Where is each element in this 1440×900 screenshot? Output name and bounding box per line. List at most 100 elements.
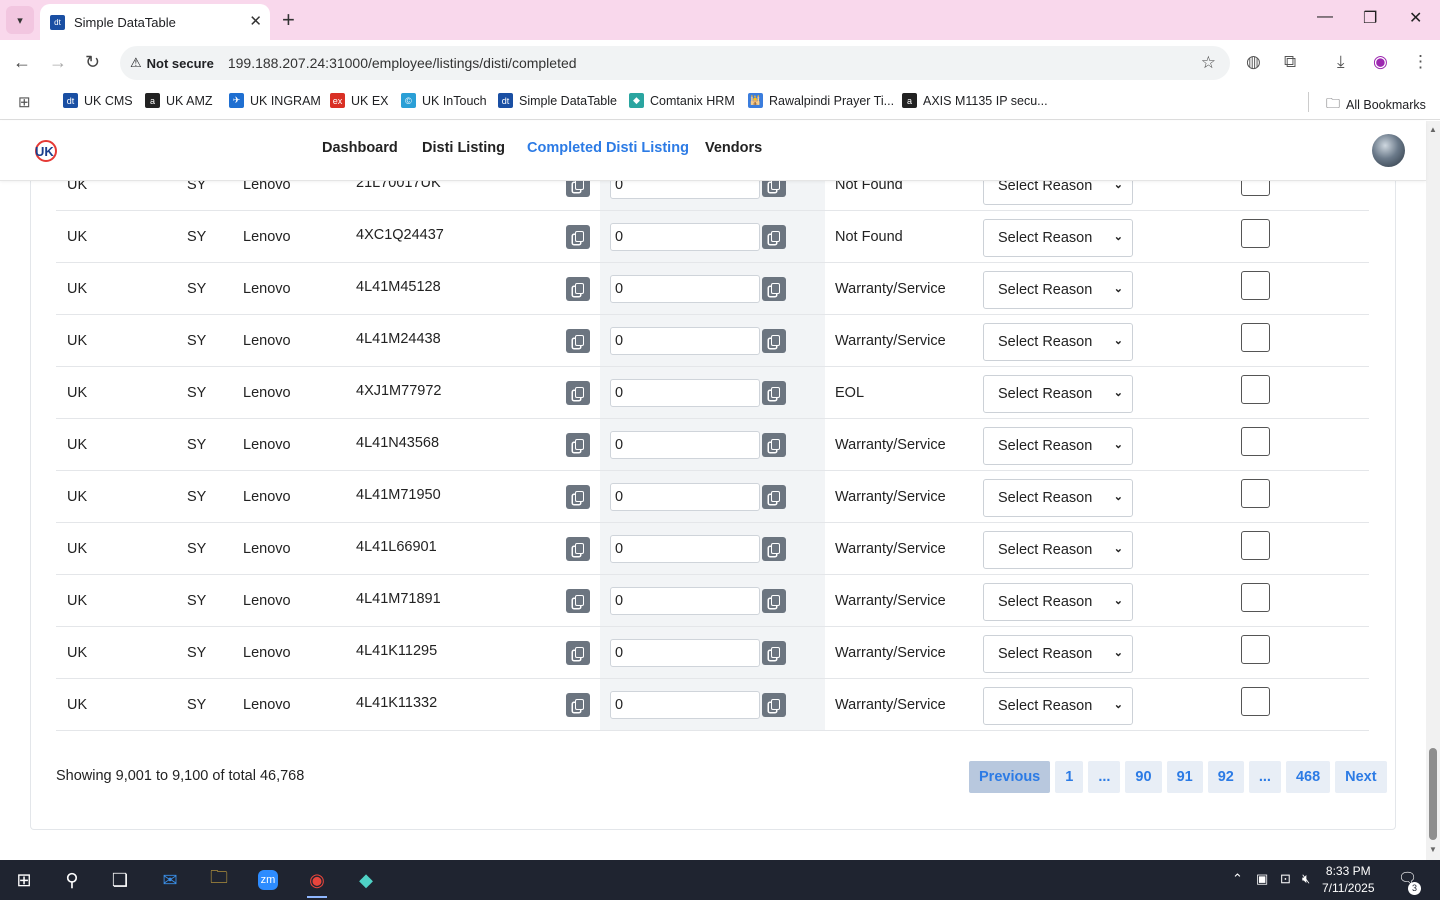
clock[interactable]: 8:33 PM 7/11/2025 [1322, 863, 1375, 897]
task-view-icon[interactable]: ❏ [102, 866, 138, 894]
paste-qty-button[interactable] [762, 693, 786, 717]
quantity-input[interactable] [610, 691, 760, 719]
nav-item[interactable]: Disti Listing [422, 140, 505, 156]
row-checkbox[interactable] [1241, 375, 1270, 404]
scrollbar-thumb[interactable] [1429, 748, 1437, 840]
reason-select[interactable]: Select Reason ⌄ [983, 479, 1133, 517]
quantity-input[interactable] [610, 431, 760, 459]
reason-select[interactable]: Select Reason ⌄ [983, 181, 1133, 205]
row-checkbox[interactable] [1241, 583, 1270, 612]
quantity-input[interactable] [610, 327, 760, 355]
paste-qty-button[interactable] [762, 589, 786, 613]
copy-part-button[interactable] [566, 277, 590, 301]
tray-volume-icon[interactable]: 🔇︎ [1302, 871, 1310, 887]
close-tab-icon[interactable]: ✕ [249, 12, 262, 30]
page-button[interactable]: 92 [1207, 761, 1244, 793]
reason-select[interactable]: Select Reason ⌄ [983, 687, 1133, 725]
bookmark-item[interactable]: dt UK CMS [63, 93, 133, 108]
bookmark-item[interactable]: ✈ UK INGRAM [229, 93, 321, 108]
app-diamond-icon[interactable]: ◆ [348, 866, 384, 894]
reason-select[interactable]: Select Reason ⌄ [983, 635, 1133, 673]
tray-chevron-icon[interactable]: ⌃ [1232, 871, 1243, 887]
paste-qty-button[interactable] [762, 329, 786, 353]
zoom-app-icon[interactable]: zm [250, 866, 286, 894]
copy-part-button[interactable] [566, 693, 590, 717]
nav-item[interactable]: Dashboard [322, 140, 398, 156]
bookmark-item[interactable]: ◆ Comtanix HRM [629, 93, 735, 108]
nav-item[interactable]: Vendors [705, 140, 762, 156]
security-indicator[interactable]: ⚠ Not secure [130, 55, 214, 71]
copy-part-button[interactable] [566, 181, 590, 197]
row-checkbox[interactable] [1241, 271, 1270, 300]
reason-select[interactable]: Select Reason ⌄ [983, 531, 1133, 569]
windows-start-icon[interactable]: ⊞ [6, 866, 42, 894]
address-bar[interactable]: ⚠ Not secure 199.188.207.24:31000/employ… [120, 46, 1230, 80]
quantity-input[interactable] [610, 275, 760, 303]
paste-qty-button[interactable] [762, 277, 786, 301]
bookmark-star-icon[interactable]: ☆ [1201, 53, 1216, 73]
page-button[interactable]: ... [1088, 761, 1121, 793]
restore-icon[interactable]: ❐ [1363, 8, 1377, 28]
all-bookmarks-folder[interactable]: 🗀 All Bookmarks [1326, 93, 1426, 117]
browser-menu-icon[interactable]: ⋮ [1412, 52, 1429, 72]
row-checkbox[interactable] [1241, 219, 1270, 248]
page-scrollbar[interactable]: ▲ ▼ [1426, 121, 1440, 860]
translate-globe-icon[interactable]: ◍ [1246, 52, 1261, 72]
reason-select[interactable]: Select Reason ⌄ [983, 375, 1133, 413]
quantity-input[interactable] [610, 181, 760, 199]
paste-qty-button[interactable] [762, 433, 786, 457]
browser-tab[interactable]: dt Simple DataTable ✕ [40, 4, 270, 40]
bookmark-item[interactable]: © UK InTouch [401, 93, 487, 108]
bookmark-item[interactable]: 🕌 Rawalpindi Prayer Ti... [748, 93, 894, 108]
quantity-input[interactable] [610, 379, 760, 407]
paste-qty-button[interactable] [762, 537, 786, 561]
scroll-up-icon[interactable]: ▲ [1429, 125, 1437, 134]
quantity-input[interactable] [610, 587, 760, 615]
bookmark-item[interactable]: a UK AMZ [145, 93, 213, 108]
nav-item[interactable]: Completed Disti Listing [527, 140, 689, 156]
page-button[interactable]: 90 [1125, 761, 1162, 793]
tab-search-chevron-icon[interactable]: ▾ [6, 6, 34, 34]
row-checkbox[interactable] [1241, 531, 1270, 560]
previous-page-button[interactable]: Previous [969, 761, 1051, 793]
copy-part-button[interactable] [566, 329, 590, 353]
bookmark-item[interactable]: dt Simple DataTable [498, 93, 617, 108]
bookmark-item[interactable]: a AXIS M1135 IP secu... [902, 93, 1048, 108]
row-checkbox[interactable] [1241, 427, 1270, 456]
downloads-icon[interactable]: ⤓ [1337, 52, 1345, 72]
copy-part-button[interactable] [566, 381, 590, 405]
paste-qty-button[interactable] [762, 485, 786, 509]
uk-logo-icon[interactable]: UK [33, 139, 59, 163]
outlook-icon[interactable]: ✉ [152, 866, 188, 894]
copy-part-button[interactable] [566, 537, 590, 561]
search-icon[interactable]: ⚲ [54, 866, 90, 894]
back-arrow-icon[interactable]: ← [13, 52, 31, 73]
profile-icon[interactable]: ◉ [1373, 52, 1388, 72]
row-checkbox[interactable] [1241, 635, 1270, 664]
copy-part-button[interactable] [566, 225, 590, 249]
row-checkbox[interactable] [1241, 323, 1270, 352]
copy-part-button[interactable] [566, 641, 590, 665]
reason-select[interactable]: Select Reason ⌄ [983, 323, 1133, 361]
page-button[interactable]: ... [1248, 761, 1281, 793]
scroll-down-icon[interactable]: ▼ [1429, 845, 1437, 854]
reason-select[interactable]: Select Reason ⌄ [983, 583, 1133, 621]
page-button[interactable]: 91 [1166, 761, 1203, 793]
file-explorer-icon[interactable]: 🗀 [201, 866, 237, 894]
reason-select[interactable]: Select Reason ⌄ [983, 427, 1133, 465]
paste-qty-button[interactable] [762, 641, 786, 665]
tray-wifi-icon[interactable]: ⊡ [1280, 871, 1291, 887]
copy-part-button[interactable] [566, 433, 590, 457]
quantity-input[interactable] [610, 483, 760, 511]
quantity-input[interactable] [610, 639, 760, 667]
paste-qty-button[interactable] [762, 225, 786, 249]
tray-network-icon[interactable]: ▣ [1256, 871, 1268, 887]
user-avatar[interactable] [1372, 134, 1405, 167]
copy-part-button[interactable] [566, 589, 590, 613]
reload-icon[interactable]: ↻ [85, 52, 100, 73]
copy-part-button[interactable] [566, 485, 590, 509]
row-checkbox[interactable] [1241, 687, 1270, 716]
url-text[interactable]: 199.188.207.24:31000/employee/listings/d… [228, 55, 577, 71]
page-button[interactable]: 468 [1285, 761, 1331, 793]
apps-grid-icon[interactable]: ⊞ [18, 93, 31, 111]
